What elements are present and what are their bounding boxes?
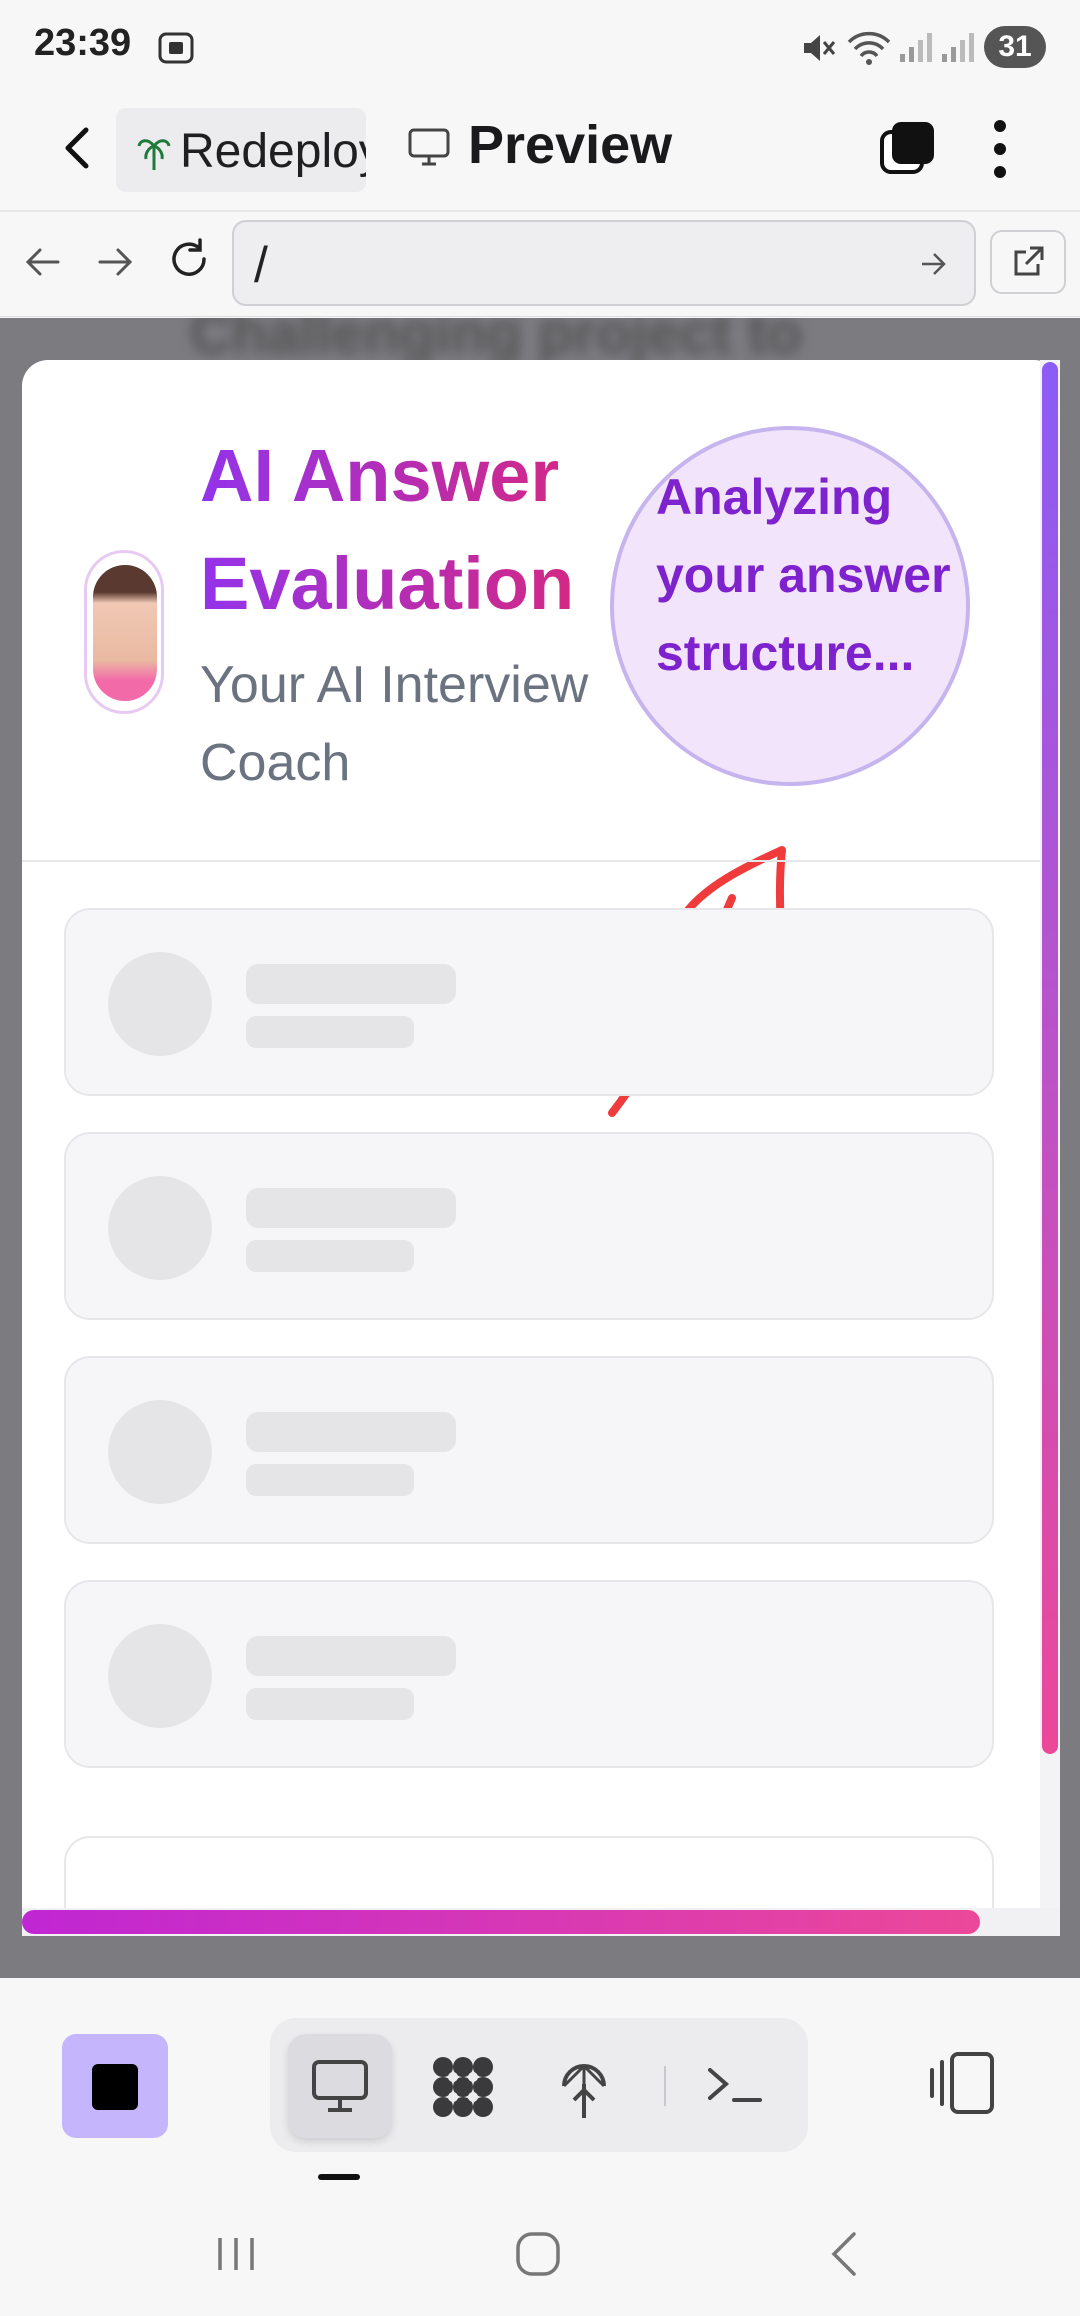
skeleton-line (246, 1240, 414, 1272)
system-nav-bar (0, 2190, 1080, 2316)
status-bubble-text: Analyzing your answer structure... (656, 469, 951, 681)
skeleton-line (246, 964, 456, 1004)
stop-icon (92, 2064, 138, 2110)
skeleton-avatar (108, 952, 212, 1056)
status-bar: 23:39 31 (0, 0, 1080, 96)
deploy-button[interactable] (532, 2034, 636, 2138)
horizontal-scrollbar[interactable] (22, 1910, 980, 1934)
vertical-scrollbar[interactable] (1042, 362, 1058, 1754)
monitor-icon (408, 128, 450, 166)
avatar (84, 550, 164, 714)
page-title: Preview (468, 115, 673, 175)
skeleton-card (64, 1132, 994, 1320)
status-time: 23:39 (34, 22, 132, 64)
reload-icon[interactable] (166, 236, 212, 282)
skeleton-card (64, 1580, 994, 1768)
status-bubble: Analyzing your answer structure... (610, 426, 970, 786)
screenshot-icon (158, 32, 194, 64)
skeleton-line (246, 1464, 414, 1496)
signal-icon (900, 33, 932, 62)
header-divider (22, 860, 1060, 862)
battery-level: 31 (998, 30, 1032, 63)
signal-icon (942, 33, 974, 62)
antenna-icon (562, 2064, 606, 2118)
terminal-button[interactable] (684, 2034, 788, 2138)
chevron-left-icon[interactable] (48, 118, 108, 178)
app-header: Redeploy Preview (0, 96, 1080, 212)
project-chip[interactable]: Redeploy (116, 108, 366, 192)
arrow-left-icon[interactable] (20, 240, 64, 284)
open-external-button[interactable] (990, 230, 1066, 294)
wifi-icon (847, 31, 891, 65)
palm-tree-icon (137, 139, 171, 170)
home-icon[interactable] (512, 2228, 564, 2280)
skeleton-avatar (108, 1624, 212, 1728)
project-name: Redeploy (180, 125, 366, 178)
skeleton-line (246, 1188, 456, 1228)
skeleton-card (64, 908, 994, 1096)
url-text: / (254, 237, 268, 293)
stop-button[interactable] (62, 2034, 168, 2138)
skeleton-line (246, 1412, 456, 1452)
skeleton-card (64, 1356, 994, 1544)
active-tab-indicator (318, 2174, 360, 2180)
arrow-right-icon[interactable] (918, 248, 950, 280)
view-switcher (270, 2018, 808, 2152)
coach-avatar-image (93, 565, 157, 701)
url-bar: / (0, 212, 1080, 317)
skeleton-line (246, 1688, 414, 1720)
modal-subtitle: Your AI Interview Coach (200, 656, 589, 792)
plugins-button[interactable] (410, 2034, 514, 2138)
desktop-view-button[interactable] (288, 2034, 392, 2138)
skeleton-avatar (108, 1176, 212, 1280)
skeleton-line (246, 1016, 414, 1048)
evaluation-modal: AI Answer Evaluation Your AI Interview C… (22, 360, 1060, 1936)
modal-title: AI Answer Evaluation (200, 422, 620, 638)
terminal-icon (708, 2068, 762, 2102)
back-icon[interactable] (820, 2228, 872, 2280)
monitor-icon (312, 2060, 368, 2112)
arrow-right-icon[interactable] (94, 240, 138, 284)
mute-icon (804, 35, 836, 61)
more-vertical-icon[interactable] (980, 116, 1020, 182)
panel-layout-icon[interactable] (928, 2038, 1004, 2134)
puzzle-icon (433, 2057, 493, 2117)
url-input[interactable]: / (232, 220, 976, 306)
recent-apps-icon[interactable] (212, 2230, 260, 2278)
bottom-toolbar (0, 1980, 1080, 2190)
toolbar-separator (664, 2066, 666, 2106)
external-link-icon (1014, 246, 1044, 276)
skeleton-line (246, 1636, 456, 1676)
tabs-icon[interactable] (878, 118, 938, 178)
battery-indicator: 31 (984, 26, 1046, 68)
skeleton-avatar (108, 1400, 212, 1504)
